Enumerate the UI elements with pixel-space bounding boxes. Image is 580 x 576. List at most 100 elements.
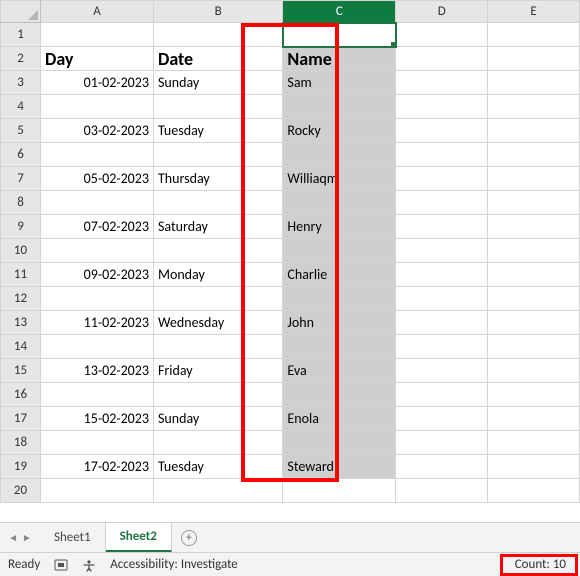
cell-A4[interactable] <box>41 95 154 119</box>
row-header-7[interactable]: 7 <box>1 167 41 191</box>
cell-E12[interactable] <box>488 287 580 311</box>
worksheet-area[interactable]: A B C D E 1 2 Day Date Name <box>0 0 580 522</box>
cell-C7[interactable]: Williaqm <box>283 167 396 191</box>
row-header-17[interactable]: 17 <box>1 407 41 431</box>
cell-E17[interactable] <box>488 407 580 431</box>
row-header-4[interactable]: 4 <box>1 95 41 119</box>
row-header-5[interactable]: 5 <box>1 119 41 143</box>
cell-A14[interactable] <box>41 335 154 359</box>
cell-C2[interactable]: Name <box>283 47 396 71</box>
cell-D12[interactable] <box>396 287 488 311</box>
cell-D11[interactable] <box>396 263 488 287</box>
cell-C16[interactable] <box>283 383 396 407</box>
cell-A16[interactable] <box>41 383 154 407</box>
cell-C3[interactable]: Sam <box>283 71 396 95</box>
cell-E2[interactable] <box>488 47 580 71</box>
cell-B6[interactable] <box>153 143 282 167</box>
cell-B11[interactable]: Monday <box>153 263 282 287</box>
row-header-11[interactable]: 11 <box>1 263 41 287</box>
row-header-16[interactable]: 16 <box>1 383 41 407</box>
cell-B9[interactable]: Saturday <box>153 215 282 239</box>
sheet-tab-sheet2[interactable]: Sheet2 <box>106 523 172 553</box>
column-header-C[interactable]: C <box>283 1 396 23</box>
cell-E14[interactable] <box>488 335 580 359</box>
cell-D15[interactable] <box>396 359 488 383</box>
cell-A12[interactable] <box>41 287 154 311</box>
row-header-19[interactable]: 19 <box>1 455 41 479</box>
row-header-10[interactable]: 10 <box>1 239 41 263</box>
cell-A7[interactable]: 05-02-2023 <box>41 167 154 191</box>
row-header-9[interactable]: 9 <box>1 215 41 239</box>
cell-E7[interactable] <box>488 167 580 191</box>
cell-A2[interactable]: Day <box>41 47 154 71</box>
cell-D3[interactable] <box>396 71 488 95</box>
cell-C19[interactable]: Steward <box>283 455 396 479</box>
cell-D19[interactable] <box>396 455 488 479</box>
cell-D5[interactable] <box>396 119 488 143</box>
sheet-tab-sheet1[interactable]: Sheet1 <box>40 523 106 552</box>
cell-B15[interactable]: Friday <box>153 359 282 383</box>
cell-C4[interactable] <box>283 95 396 119</box>
cell-E11[interactable] <box>488 263 580 287</box>
cell-D7[interactable] <box>396 167 488 191</box>
cell-E19[interactable] <box>488 455 580 479</box>
macro-record-icon[interactable] <box>54 559 68 571</box>
cell-A15[interactable]: 13-02-2023 <box>41 359 154 383</box>
cell-A3[interactable]: 01-02-2023 <box>41 71 154 95</box>
cell-D6[interactable] <box>396 143 488 167</box>
cell-D1[interactable] <box>396 23 488 47</box>
cell-D13[interactable] <box>396 311 488 335</box>
cell-E9[interactable] <box>488 215 580 239</box>
cell-A5[interactable]: 03-02-2023 <box>41 119 154 143</box>
row-header-18[interactable]: 18 <box>1 431 41 455</box>
cell-D20[interactable] <box>396 479 488 503</box>
row-header-8[interactable]: 8 <box>1 191 41 215</box>
cell-A9[interactable]: 07-02-2023 <box>41 215 154 239</box>
cell-B12[interactable] <box>153 287 282 311</box>
cell-D14[interactable] <box>396 335 488 359</box>
cell-E8[interactable] <box>488 191 580 215</box>
row-header-6[interactable]: 6 <box>1 143 41 167</box>
cell-D2[interactable] <box>396 47 488 71</box>
row-header-1[interactable]: 1 <box>1 23 41 47</box>
row-header-15[interactable]: 15 <box>1 359 41 383</box>
cell-E15[interactable] <box>488 359 580 383</box>
cell-A18[interactable] <box>41 431 154 455</box>
cell-E3[interactable] <box>488 71 580 95</box>
cell-C14[interactable] <box>283 335 396 359</box>
cell-A10[interactable] <box>41 239 154 263</box>
cell-B17[interactable]: Sunday <box>153 407 282 431</box>
cell-C9[interactable]: Henry <box>283 215 396 239</box>
select-all-corner[interactable] <box>1 1 41 23</box>
cell-C8[interactable] <box>283 191 396 215</box>
cell-B14[interactable] <box>153 335 282 359</box>
row-header-12[interactable]: 12 <box>1 287 41 311</box>
cell-C18[interactable] <box>283 431 396 455</box>
cell-B2[interactable]: Date <box>153 47 282 71</box>
cell-B20[interactable] <box>153 479 282 503</box>
cell-A11[interactable]: 09-02-2023 <box>41 263 154 287</box>
cell-C10[interactable] <box>283 239 396 263</box>
accessibility-icon[interactable] <box>82 559 96 571</box>
cell-B13[interactable]: Wednesday <box>153 311 282 335</box>
cell-C11[interactable]: Charlie <box>283 263 396 287</box>
cell-D16[interactable] <box>396 383 488 407</box>
cell-E4[interactable] <box>488 95 580 119</box>
cell-C5[interactable]: Rocky <box>283 119 396 143</box>
cell-B18[interactable] <box>153 431 282 455</box>
row-header-20[interactable]: 20 <box>1 479 41 503</box>
cell-A20[interactable] <box>41 479 154 503</box>
sheet-nav-arrows[interactable]: ◄ ► <box>0 523 40 552</box>
row-header-13[interactable]: 13 <box>1 311 41 335</box>
cell-C15[interactable]: Eva <box>283 359 396 383</box>
cell-A8[interactable] <box>41 191 154 215</box>
column-header-A[interactable]: A <box>41 1 154 23</box>
cell-B7[interactable]: Thursday <box>153 167 282 191</box>
cell-C12[interactable] <box>283 287 396 311</box>
cell-E13[interactable] <box>488 311 580 335</box>
cell-D18[interactable] <box>396 431 488 455</box>
cell-E10[interactable] <box>488 239 580 263</box>
cell-D10[interactable] <box>396 239 488 263</box>
cell-C20[interactable] <box>283 479 396 503</box>
cell-A19[interactable]: 17-02-2023 <box>41 455 154 479</box>
